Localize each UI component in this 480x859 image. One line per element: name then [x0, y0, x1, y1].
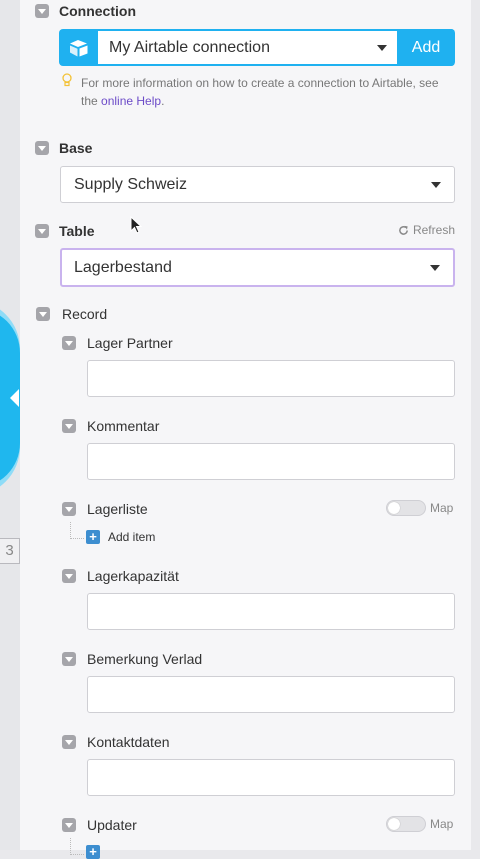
- collapse-icon[interactable]: [36, 307, 50, 321]
- module-connector-notch: [10, 389, 19, 407]
- updater-add-item-button[interactable]: +: [86, 845, 108, 859]
- updater-map-toggle[interactable]: Map: [386, 816, 453, 832]
- collapse-icon[interactable]: [62, 735, 76, 749]
- lagerkapazitaet-input[interactable]: [87, 593, 455, 630]
- add-connection-button[interactable]: Add: [397, 29, 455, 66]
- connection-picker[interactable]: My Airtable connection Add: [59, 29, 455, 66]
- map-switch[interactable]: [386, 500, 426, 516]
- field-header-kommentar[interactable]: Kommentar: [62, 418, 159, 434]
- kommentar-input[interactable]: [87, 443, 455, 480]
- collapse-icon[interactable]: [35, 224, 49, 238]
- table-selected-value: Lagerbestand: [74, 258, 172, 276]
- lager-partner-input[interactable]: [87, 360, 455, 397]
- tree-connector: [70, 522, 84, 539]
- record-section-header[interactable]: Record: [36, 306, 107, 322]
- collapse-icon[interactable]: [62, 818, 76, 832]
- field-label: Bemerkung Verlad: [87, 651, 203, 667]
- tree-connector: [70, 838, 84, 855]
- collapse-icon[interactable]: [35, 141, 49, 155]
- connection-label: Connection: [59, 3, 136, 19]
- plus-icon: +: [86, 530, 100, 544]
- add-item-label: Add item: [108, 530, 156, 544]
- field-header-updater[interactable]: Updater: [62, 817, 137, 833]
- map-label: Map: [430, 501, 454, 515]
- mouse-pointer-icon: [130, 216, 143, 234]
- hint-end: .: [161, 94, 165, 108]
- collapse-icon[interactable]: [62, 419, 76, 433]
- field-label: Lager Partner: [87, 335, 173, 351]
- record-label: Record: [62, 306, 108, 322]
- field-label: Kontaktdaten: [87, 734, 170, 750]
- lagerliste-add-item-button[interactable]: + Add item: [86, 530, 155, 544]
- table-label: Table: [59, 223, 95, 239]
- refresh-label: Refresh: [412, 223, 455, 237]
- field-header-kontaktdaten[interactable]: Kontaktdaten: [62, 734, 170, 750]
- module-number-badge: 3: [0, 538, 20, 564]
- chevron-down-icon: [431, 181, 441, 188]
- connection-selected-value: My Airtable connection: [109, 38, 270, 56]
- chevron-down-icon: [377, 44, 387, 51]
- airtable-logo-icon: [59, 29, 98, 66]
- field-label: Kommentar: [87, 418, 160, 434]
- collapse-icon[interactable]: [62, 502, 76, 516]
- plus-icon: +: [86, 845, 100, 859]
- field-header-lagerliste[interactable]: Lagerliste: [62, 501, 148, 517]
- field-label: Lagerkapazität: [87, 568, 179, 584]
- base-section-header[interactable]: Base: [35, 140, 92, 156]
- base-selected-value: Supply Schweiz: [74, 175, 187, 193]
- online-help-link[interactable]: online Help: [101, 94, 161, 108]
- refresh-icon: [399, 225, 408, 235]
- refresh-button[interactable]: Refresh: [398, 223, 455, 237]
- field-header-lager-partner[interactable]: Lager Partner: [62, 335, 173, 351]
- connection-section-header[interactable]: Connection: [35, 3, 136, 19]
- lagerliste-map-toggle[interactable]: Map: [386, 500, 453, 516]
- field-header-bemerkung-verlad[interactable]: Bemerkung Verlad: [62, 651, 202, 667]
- lightbulb-icon: [62, 73, 72, 87]
- base-label: Base: [59, 140, 93, 156]
- collapse-icon[interactable]: [35, 4, 49, 18]
- kontaktdaten-input[interactable]: [87, 759, 455, 796]
- base-select[interactable]: Supply Schweiz: [60, 166, 455, 203]
- field-label: Updater: [87, 817, 137, 833]
- collapse-icon[interactable]: [62, 652, 76, 666]
- field-header-lagerkapazitaet[interactable]: Lagerkapazität: [62, 568, 179, 584]
- chevron-down-icon: [430, 264, 440, 271]
- scrollbar-track[interactable]: [471, 0, 480, 850]
- map-switch[interactable]: [386, 816, 426, 832]
- collapse-icon[interactable]: [62, 336, 76, 350]
- table-select[interactable]: Lagerbestand: [60, 248, 455, 287]
- field-label: Lagerliste: [87, 501, 148, 517]
- collapse-icon[interactable]: [62, 569, 76, 583]
- scenario-canvas[interactable]: 3: [0, 0, 20, 850]
- connection-hint: For more information on how to create a …: [81, 74, 451, 110]
- table-section-header[interactable]: Table: [35, 223, 95, 239]
- map-label: Map: [430, 817, 454, 831]
- bemerkung-verlad-input[interactable]: [87, 676, 455, 713]
